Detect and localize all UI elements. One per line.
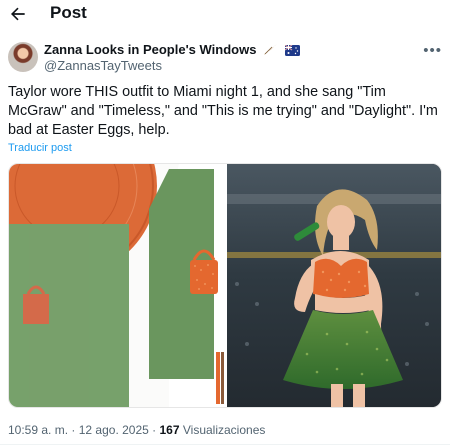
more-options-icon[interactable]: ••• (423, 42, 442, 59)
author-handle[interactable]: @ZannasTayTweets (44, 58, 162, 74)
page-title: Post (50, 3, 87, 22)
post-author: Zanna Looks in People's Windows @ZannasT… (8, 40, 442, 76)
back-arrow-icon[interactable] (8, 4, 28, 24)
avatar[interactable] (8, 42, 38, 72)
post-text: Taylor wore THIS outfit to Miami night 1… (8, 84, 438, 138)
post-time[interactable]: 10:59 a. m. (8, 423, 68, 437)
views-label: Visualizaciones (182, 423, 266, 437)
author-name[interactable]: Zanna Looks in People's Windows (44, 42, 256, 57)
feather-emoji-icon (264, 44, 278, 55)
post-meta: 10:59 a. m. · 12 ago. 2025 · 167 Visuali… (8, 423, 265, 437)
meta-separator: · (152, 423, 157, 437)
outfit-collage-image[interactable] (9, 164, 226, 408)
post-header: Post (0, 0, 450, 28)
meta-separator: · (71, 423, 76, 437)
views-count: 167 (159, 423, 180, 437)
post-media[interactable] (8, 163, 442, 408)
post-date[interactable]: 12 ago. 2025 (79, 423, 149, 437)
performer-photo[interactable] (227, 164, 442, 408)
translate-post-link[interactable]: Traducir post (8, 142, 72, 154)
author-name-line: Zanna Looks in People's Windows (44, 41, 300, 58)
australia-flag-icon (284, 45, 300, 56)
